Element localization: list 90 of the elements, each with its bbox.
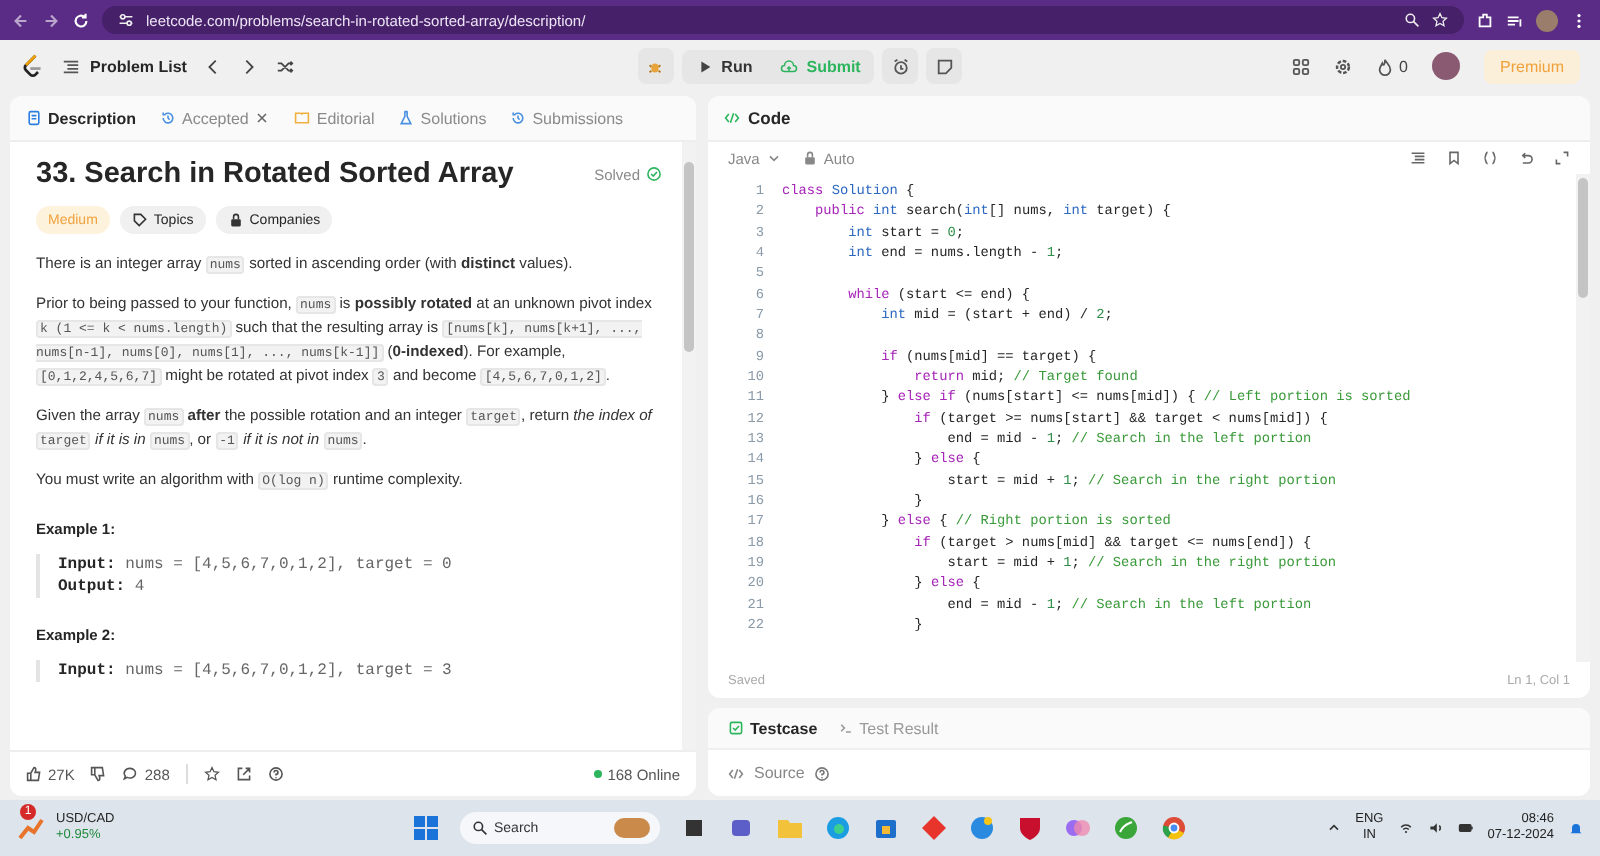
user-avatar[interactable] [1432,52,1460,80]
tab-label: Accepted [182,109,249,127]
close-icon[interactable] [254,110,271,126]
tab-label: Testcase [750,719,818,737]
help-icon[interactable] [267,766,284,782]
tab-label: Description [48,109,137,127]
undo-icon[interactable] [1518,150,1534,166]
bookmark-icon[interactable] [1446,150,1462,166]
thumbs-down-icon[interactable] [90,766,107,782]
check-circle-icon [646,166,662,182]
profile-avatar[interactable] [1536,9,1558,31]
teams-icon[interactable] [728,814,756,842]
history-icon [160,110,177,126]
code-icon [728,765,744,781]
document-icon [26,110,42,126]
search-highlight-icon [614,818,650,838]
star-icon[interactable] [203,766,220,782]
streak-count: 0 [1399,57,1408,75]
checkbox-icon [728,720,744,736]
history-icon [510,110,527,126]
tag-icon [131,212,148,228]
flame-icon[interactable] [1375,57,1394,75]
battery-icon[interactable] [1457,820,1474,836]
list-icon [62,57,80,75]
bell-icon[interactable] [1568,820,1584,836]
run-button[interactable]: Run [681,49,767,83]
scrollbar[interactable] [682,142,696,750]
back-arrow-icon[interactable] [12,11,30,29]
example-line: Input: nums = [4,5,6,7,0,1,2], target = 3 [58,660,454,682]
app-icon[interactable] [968,814,996,842]
tab-label: Solutions [420,109,487,127]
chrome-icon[interactable] [1160,814,1188,842]
zoom-icon [1404,12,1420,28]
note-icon [935,57,954,75]
chart-icon [16,814,44,842]
copilot-icon[interactable] [1064,814,1092,842]
tab-label: Editorial [316,109,375,127]
store-icon[interactable] [872,814,900,842]
expand-icon[interactable] [1554,150,1570,166]
terminal-icon [837,720,854,736]
example-line: Output: 4 [58,576,147,598]
media-icon[interactable] [1506,11,1524,29]
lock-icon [227,212,244,228]
source-label[interactable]: Source [754,764,805,782]
tab-label: Submissions [532,109,624,127]
shuffle-icon[interactable] [276,57,295,75]
extension-icon[interactable] [1476,11,1494,29]
shield-icon[interactable] [1016,814,1044,842]
diamond-icon[interactable] [920,814,948,842]
cloud-upload-icon [780,57,799,75]
book-icon [294,110,311,126]
task-view-icon[interactable] [680,814,708,842]
panel-tab[interactable]: Description [26,109,137,127]
scrollbar[interactable] [1576,174,1590,662]
site-settings-icon [118,12,134,28]
reload-icon[interactable] [72,11,90,29]
format-icon[interactable] [1410,150,1426,166]
code-icon [724,110,740,126]
forward-arrow-icon[interactable] [42,11,60,29]
help-icon[interactable] [814,765,831,781]
problem-title: 33. Search in Rotated Sorted Array [36,158,514,190]
logo-icon[interactable] [20,52,44,80]
online-dot [593,770,602,778]
thumbs-up-icon [26,766,42,782]
wifi-icon[interactable] [1397,820,1414,836]
leaf-icon[interactable] [1112,814,1140,842]
speaker-icon[interactable] [1427,820,1444,836]
alarm-clock-icon [891,57,910,75]
settings-icon[interactable] [1333,57,1352,75]
chevron-down-icon [765,150,782,166]
example-line: Input: nums = [4,5,6,7,0,1,2], target = 0 [58,554,454,576]
chevron-right-icon[interactable] [240,57,259,75]
panel-tab[interactable]: Testcase [728,719,818,737]
star-icon [1432,12,1448,28]
tab-label: Test Result [859,719,939,737]
comment-icon [122,766,139,782]
play-icon [695,57,714,75]
search-icon [472,820,488,836]
notes-button[interactable] [926,48,963,84]
share-icon[interactable] [235,766,252,782]
windows-start-icon[interactable] [412,814,440,842]
braces-icon[interactable] [1482,150,1498,166]
chevron-up-icon[interactable] [1325,820,1342,836]
problem-list-button[interactable]: Problem List [62,57,187,75]
timer-button[interactable] [882,48,919,84]
code-panel-title: Code [748,108,791,128]
lock-icon [801,150,818,166]
grid-icon[interactable] [1291,57,1310,75]
flask-icon [398,110,415,126]
bug-icon [646,57,665,75]
